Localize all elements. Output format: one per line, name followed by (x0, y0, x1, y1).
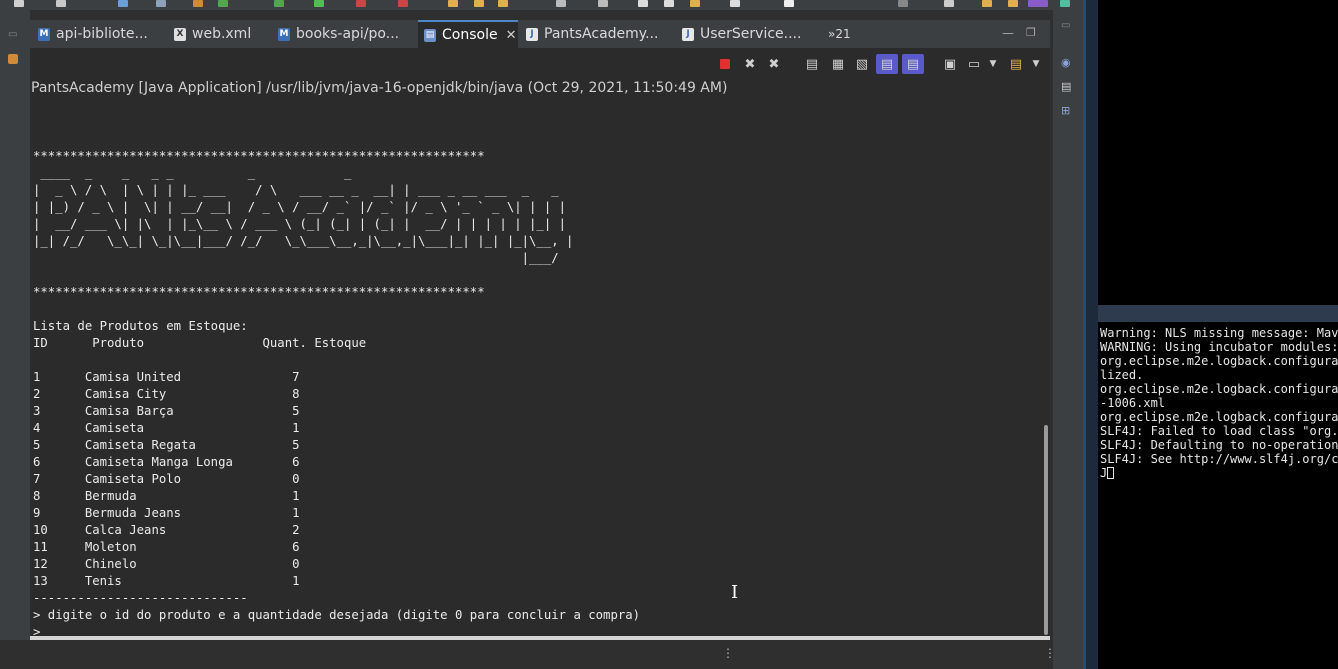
show-on-stderr-icon[interactable]: ▤ (902, 54, 924, 74)
refresh-icon[interactable] (218, 0, 228, 7)
vertical-scrollbar[interactable] (1044, 425, 1048, 635)
overflow-count: »21 (828, 27, 851, 41)
save-icon[interactable] (56, 0, 66, 7)
launch-description: PantsAcademy [Java Application] /usr/lib… (31, 80, 728, 96)
right-trim-bar: ▭ ◉ ▤ ⊞ (1053, 10, 1083, 669)
terminal-window-bottom[interactable]: Warning: NLS missing message: Mave WARNI… (1098, 322, 1338, 669)
debug-perspective-icon[interactable] (1028, 0, 1048, 7)
open-console-icon[interactable]: ▤ (1008, 56, 1024, 72)
tab-console[interactable]: ▤ Console ✕ (418, 20, 518, 48)
main-toolbar (0, 0, 1086, 10)
outline-view-icon[interactable]: ◉ (1061, 56, 1071, 69)
tab-web-xml[interactable]: X web.xml (174, 20, 251, 48)
left-trim-bar: ▭ (0, 10, 30, 669)
new-icon[interactable] (14, 0, 24, 7)
terminal-cursor (1107, 467, 1115, 479)
tab-userservice-java[interactable]: J UserService.... (682, 20, 801, 48)
scroll-lock-icon[interactable]: ▦ (830, 56, 846, 72)
package-explorer-icon[interactable] (8, 54, 18, 64)
console-icon: ▤ (424, 28, 436, 42)
maximize-icon[interactable]: ❐ (1026, 26, 1036, 39)
view-menu-icon[interactable]: ▼ (1028, 56, 1044, 72)
tab-overflow-button[interactable]: »21 (828, 20, 851, 48)
console-toolbar: ✖ ✖ ▤ ▦ ▧ ▤ ▤ ▣ ▭ ▼ ▤ ▼ (30, 48, 1050, 80)
git-perspective-icon[interactable] (1060, 0, 1070, 7)
java-file-icon: J (682, 27, 694, 41)
remove-launch-icon[interactable]: ✖ (742, 56, 758, 72)
tab-label: PantsAcademy... (544, 26, 659, 42)
tab-books-api-pom[interactable]: M books-api/po... (278, 20, 399, 48)
text-cursor-icon: I (731, 582, 739, 603)
terminal-output: Warning: NLS missing message: Mave WARNI… (1100, 326, 1338, 480)
console-output[interactable]: ****************************************… (33, 148, 640, 641)
desktop-gap (1098, 305, 1338, 322)
task-list-icon[interactable]: ▤ (1061, 80, 1071, 93)
display-selected-console-icon[interactable]: ▭ (966, 56, 982, 72)
word-wrap-icon[interactable]: ▧ (854, 56, 870, 72)
tab-label: books-api/po... (296, 26, 400, 42)
restore-icon[interactable]: ▭ (1061, 20, 1070, 31)
external-tools-icon[interactable] (398, 0, 408, 7)
tab-pantsacademy-java[interactable]: J PantsAcademy... (526, 20, 658, 48)
pin-console-icon[interactable]: ▣ (942, 56, 958, 72)
tab-api-biblioteca-pom[interactable]: M api-bibliote... (38, 20, 148, 48)
debug-icon[interactable] (274, 0, 284, 7)
java-ee-perspective-icon[interactable] (982, 0, 992, 7)
open-folder-icon[interactable] (474, 0, 484, 7)
maven-pom-icon: M (278, 27, 290, 41)
coverage-icon[interactable] (356, 0, 366, 7)
java-perspective-icon[interactable] (1008, 0, 1018, 7)
show-on-stdout-icon[interactable]: ▤ (876, 54, 898, 74)
chevron-down-icon[interactable]: ▼ (985, 56, 1001, 72)
restore-icon[interactable]: ▭ (8, 30, 18, 40)
remove-all-terminated-icon[interactable]: ✖ (766, 56, 782, 72)
close-icon[interactable]: ✕ (506, 28, 517, 43)
terminate-icon[interactable] (717, 56, 733, 72)
navigate-forward-icon[interactable] (730, 0, 740, 7)
editor-tab-bar: M api-bibliote... X web.xml M books-api/… (30, 20, 1050, 48)
hierarchy-view-icon[interactable]: ⊞ (1061, 104, 1070, 117)
status-handle-icon[interactable]: ⋮ (722, 646, 734, 660)
pin-editor-icon[interactable] (784, 0, 794, 7)
next-annotation-icon[interactable] (598, 0, 608, 7)
status-bar: ⋮ ⋮ 💡 (0, 640, 1086, 669)
back-icon[interactable] (638, 0, 648, 7)
maven-pom-icon: M (38, 27, 50, 41)
forward-icon[interactable] (664, 0, 674, 7)
terminal-window-top[interactable] (1098, 0, 1338, 305)
quick-access-icon[interactable] (898, 0, 908, 7)
annotation-icon[interactable] (556, 0, 566, 7)
minimize-icon[interactable]: — (1002, 26, 1014, 40)
tab-label: UserService.... (700, 26, 802, 42)
search-icon[interactable] (156, 0, 166, 7)
console-view: ✖ ✖ ▤ ▦ ▧ ▤ ▤ ▣ ▭ ▼ ▤ ▼ PantsAcademy [Ja… (30, 48, 1050, 641)
xml-file-icon: X (174, 27, 186, 41)
desktop-background (1086, 0, 1098, 669)
tab-label: api-bibliote... (56, 26, 148, 42)
new-folder-icon[interactable] (448, 0, 458, 7)
terminal-lines: Warning: NLS missing message: Mave WARNI… (1100, 326, 1338, 480)
java-file-icon: J (526, 27, 538, 41)
tab-label: web.xml (192, 26, 252, 42)
run-icon[interactable] (314, 0, 324, 7)
tab-label: Console (442, 27, 498, 43)
perspective-icon[interactable] (944, 0, 954, 7)
outline-icon[interactable] (118, 0, 128, 7)
package-icon[interactable] (193, 0, 203, 7)
open-type-icon[interactable] (498, 0, 508, 7)
last-edit-icon[interactable] (690, 0, 700, 7)
clear-console-icon[interactable]: ▤ (804, 56, 820, 72)
